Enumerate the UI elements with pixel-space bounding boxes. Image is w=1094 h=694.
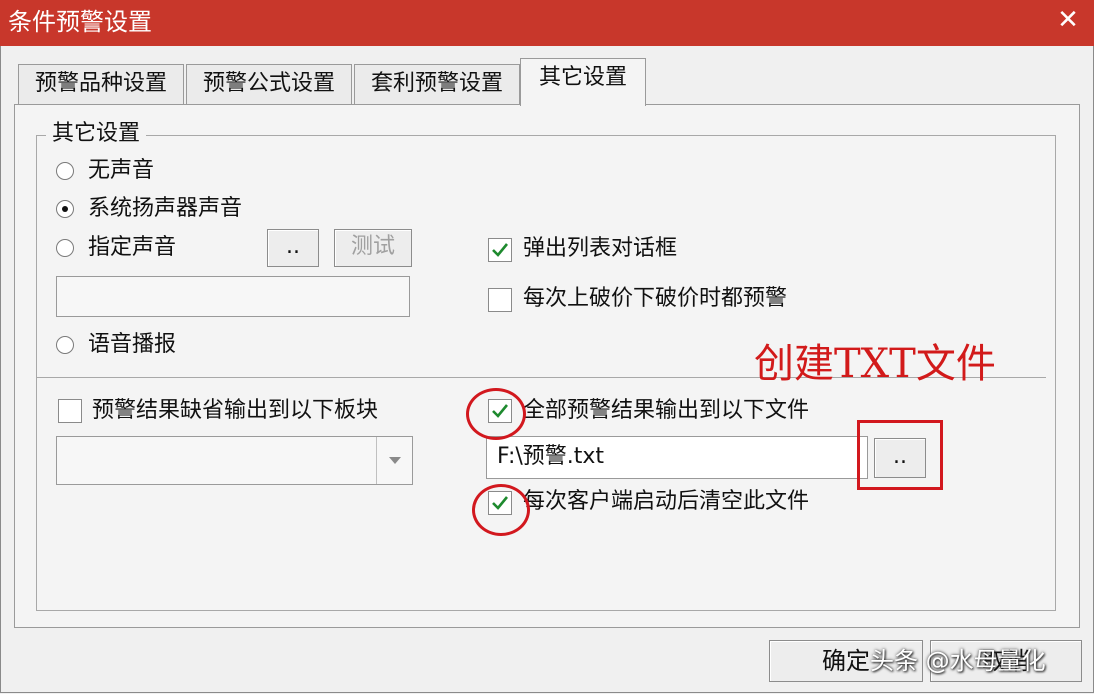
every-breakout-label: 每次上破价下破价时都预警 (523, 286, 788, 311)
browse-sound-button[interactable]: .. (267, 229, 319, 267)
radio-no-sound[interactable] (56, 162, 74, 180)
output-to-block-checkbox[interactable] (58, 399, 82, 423)
output-to-block-label: 预警结果缺省输出到以下板块 (92, 398, 379, 423)
popup-list-checkbox[interactable] (488, 238, 512, 262)
group-title: 其它设置 (46, 119, 147, 149)
test-sound-button[interactable]: 测试 (334, 229, 412, 267)
radio-system-speaker[interactable] (56, 200, 74, 218)
chevron-down-icon (376, 437, 412, 484)
window-title: 条件预警设置 (8, 8, 152, 36)
tab-other-settings[interactable]: 其它设置 (520, 58, 646, 106)
watermark: 头条 @水母量化 (870, 647, 1046, 675)
annotation-circle-output (466, 388, 526, 440)
tab-arbitrage-settings[interactable]: 套利预警设置 (354, 64, 520, 105)
tab-formula-settings[interactable]: 预警公式设置 (186, 64, 352, 105)
clear-on-start-label: 每次客户端启动后清空此文件 (523, 489, 810, 514)
popup-list-label: 弹出列表对话框 (523, 236, 678, 261)
radio-voice-broadcast-label: 语音播报 (88, 332, 177, 357)
radio-selected-dot (62, 206, 68, 212)
check-icon (492, 243, 509, 257)
radio-no-sound-label: 无声音 (88, 158, 155, 183)
radio-custom-sound[interactable] (56, 239, 74, 257)
block-select[interactable] (56, 436, 413, 485)
tab-variety-settings[interactable]: 预警品种设置 (18, 64, 184, 105)
close-icon[interactable]: ✕ (1050, 2, 1086, 38)
sound-path-input[interactable] (56, 276, 410, 317)
annotation-circle-clear (472, 484, 530, 536)
radio-custom-sound-label: 指定声音 (88, 235, 177, 260)
annotation-text: 创建TXT文件 (754, 341, 996, 387)
file-path-input[interactable]: F:\预警.txt (486, 436, 868, 479)
output-to-file-label: 全部预警结果输出到以下文件 (523, 398, 810, 423)
radio-voice-broadcast[interactable] (56, 336, 74, 354)
title-bar (0, 0, 1094, 47)
annotation-rect-browse (857, 420, 943, 490)
radio-system-speaker-label: 系统扬声器声音 (88, 196, 243, 221)
every-breakout-checkbox[interactable] (488, 288, 512, 312)
